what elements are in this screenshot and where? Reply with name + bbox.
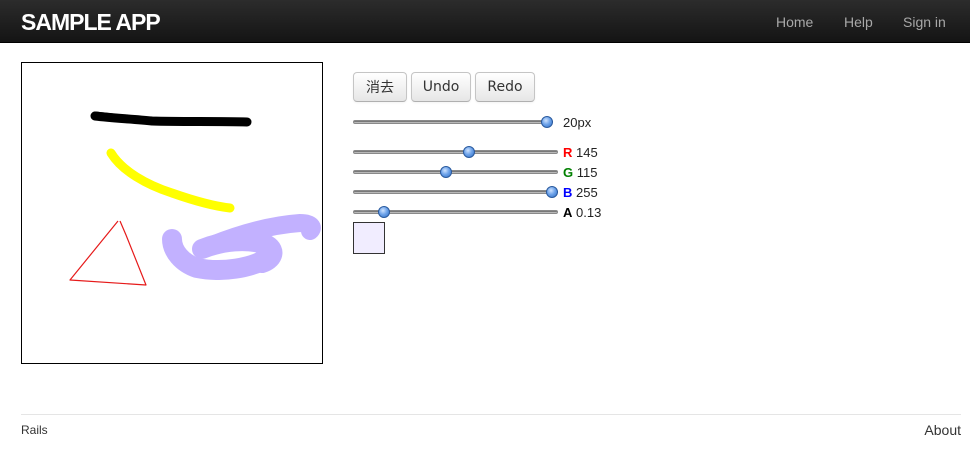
brush-size-slider[interactable]	[353, 116, 553, 128]
app-brand[interactable]: SAMPLE APP	[21, 9, 161, 36]
green-value: G 115	[563, 165, 597, 180]
red-channel-value: 145	[576, 145, 598, 160]
brush-size-value: 20px	[563, 115, 592, 130]
undo-button[interactable]: Undo	[411, 72, 471, 102]
slider-thumb[interactable]	[440, 166, 453, 178]
red-value: R 145	[563, 145, 598, 160]
slider-thumb[interactable]	[546, 186, 558, 198]
blue-value: B 255	[563, 185, 598, 200]
alpha-channel-value: 0.13	[576, 205, 602, 220]
color-preview-swatch	[353, 222, 385, 254]
slider-track	[353, 190, 558, 194]
red-slider[interactable]	[353, 146, 558, 158]
drawing-canvas[interactable]	[21, 62, 323, 364]
slider-thumb[interactable]	[462, 146, 475, 158]
clear-button[interactable]: 消去	[353, 72, 407, 102]
alpha-value: A 0.13	[563, 205, 601, 220]
red-channel-label: R	[563, 145, 573, 160]
slider-thumb[interactable]	[378, 206, 391, 218]
nav-link-help[interactable]: Help	[844, 14, 873, 30]
alpha-channel-label: A	[563, 205, 573, 220]
blue-channel-label: B	[563, 185, 573, 200]
alpha-slider[interactable]	[353, 206, 558, 218]
slider-track	[353, 120, 553, 124]
blue-slider[interactable]	[353, 186, 558, 198]
green-channel-label: G	[563, 165, 574, 180]
yellow-stroke	[106, 148, 235, 213]
green-channel-value: 115	[576, 165, 598, 180]
blue-channel-value: 255	[576, 185, 598, 200]
slider-track	[353, 150, 558, 154]
footer-divider	[21, 414, 961, 415]
nav-link-sign-in[interactable]: Sign in	[903, 14, 946, 30]
top-navbar: SAMPLE APP Home Help Sign in	[0, 0, 970, 43]
footer-rails-text: Rails	[21, 423, 48, 437]
slider-track	[353, 170, 558, 174]
footer-about-link[interactable]: About	[924, 422, 961, 438]
slider-thumb[interactable]	[541, 116, 553, 128]
red-triangle-stroke	[69, 220, 147, 286]
nav-link-home[interactable]: Home	[776, 14, 813, 30]
canvas-drawing	[69, 111, 321, 286]
translucent-purple-stroke	[162, 214, 321, 280]
black-stroke-tail	[91, 111, 126, 122]
redo-button[interactable]: Redo	[475, 72, 535, 102]
green-slider[interactable]	[353, 166, 558, 178]
